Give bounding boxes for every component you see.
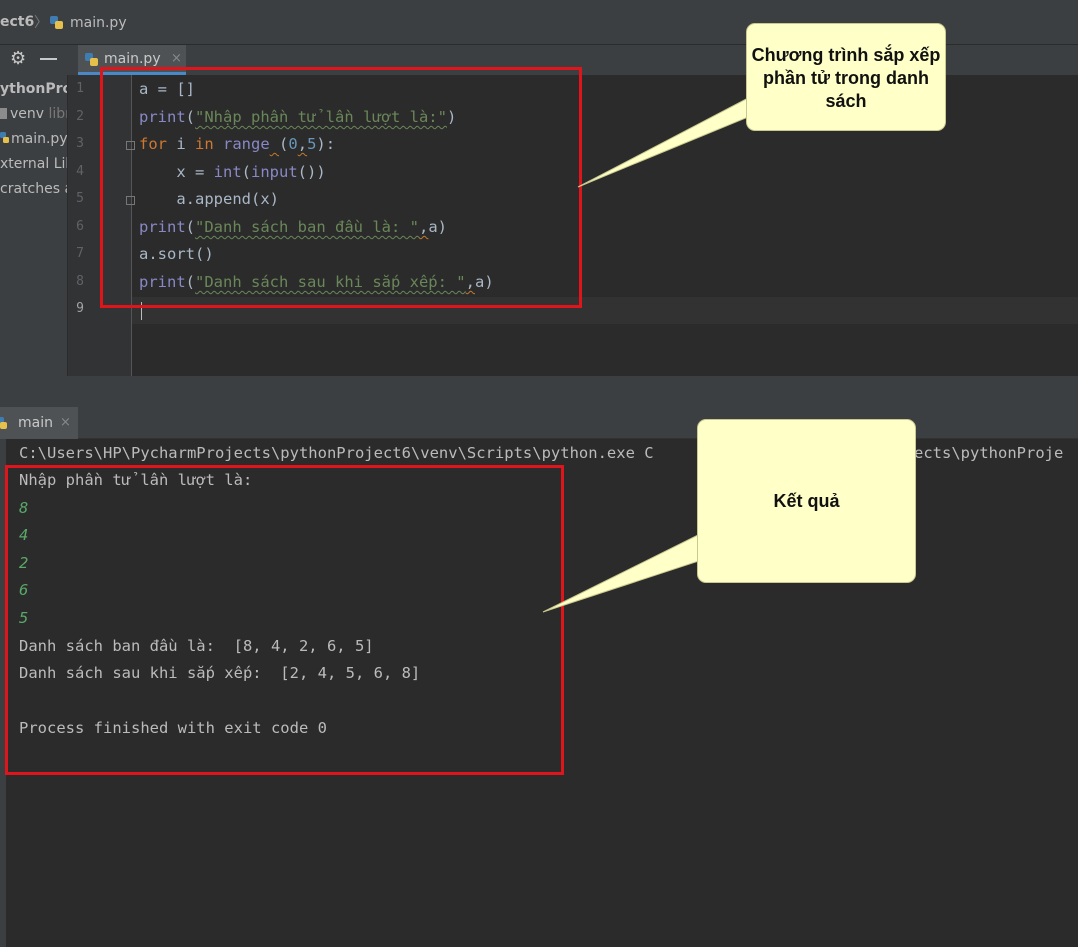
callout-result: Kết quả	[697, 419, 916, 583]
callout-pointer-program	[577, 95, 772, 188]
callout-program: Chương trình sắp xếp phần tử trong danh …	[746, 23, 946, 131]
callout-pointers	[542, 95, 772, 613]
callout-result-text: Kết quả	[773, 491, 840, 511]
callout-program-text: Chương trình sắp xếp phần tử trong danh …	[751, 45, 941, 111]
callout-pointer-result	[542, 533, 715, 613]
